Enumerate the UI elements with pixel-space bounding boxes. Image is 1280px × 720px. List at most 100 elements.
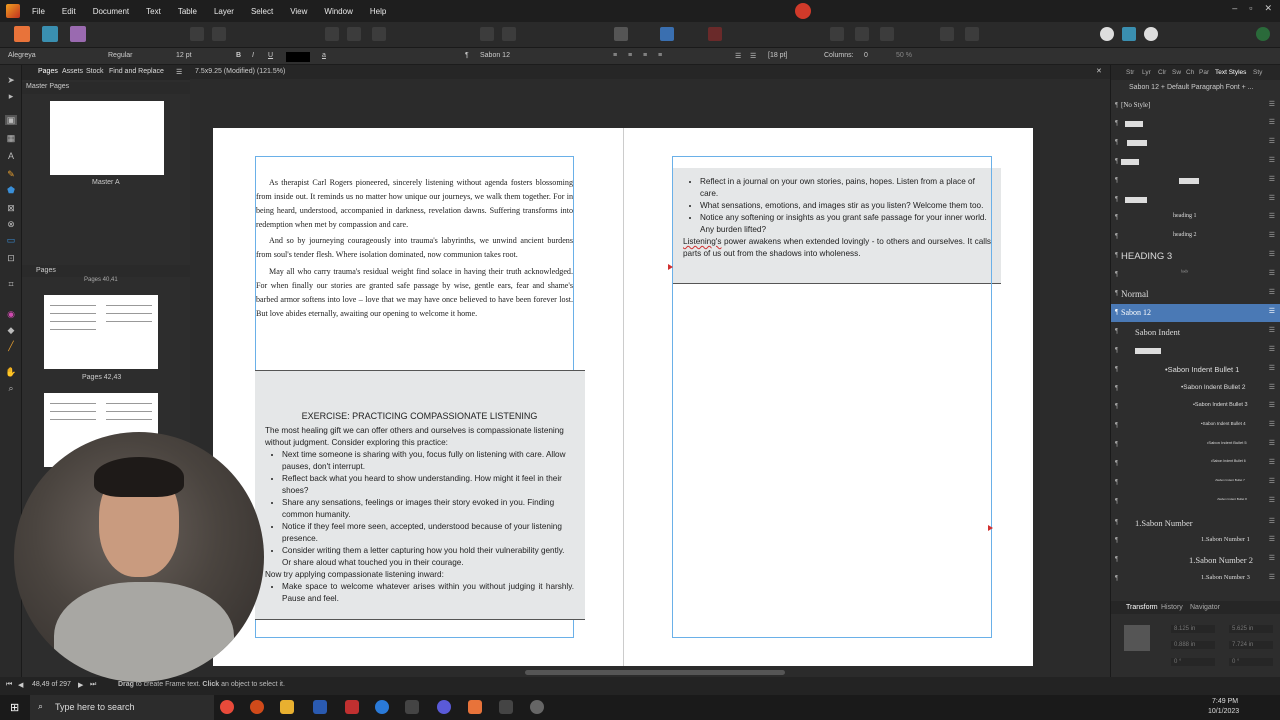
tab-navigator[interactable]: Navigator (1190, 604, 1220, 611)
prev-page-icon[interactable]: ◀ (18, 681, 23, 689)
crop-tool-icon[interactable]: ⊡ (5, 253, 17, 263)
style-item-number-1[interactable]: ¶ 1.Sabon Number 1 ☰ (1111, 532, 1280, 550)
right-body-text[interactable]: Reflect in a journal on your own stories… (683, 176, 991, 260)
tab-styles[interactable]: Sty (1253, 69, 1262, 76)
style-item[interactable]: ¶ [No Style] ☰ (1111, 97, 1280, 115)
style-item-number-3[interactable]: ¶ 1.Sabon Number 3 ☰ (1111, 570, 1280, 588)
chrome-icon[interactable] (220, 700, 234, 714)
maximize-icon[interactable]: ▫ (1249, 3, 1252, 14)
page-spread-thumbnail[interactable] (44, 295, 158, 369)
style-item-heading-3[interactable]: ¶ HEADING 3 ☰ (1111, 247, 1280, 265)
tab-character[interactable]: Ch (1186, 69, 1194, 76)
tab-color[interactable]: Clr (1158, 69, 1166, 76)
menu-layer[interactable]: Layer (214, 7, 234, 16)
style-item[interactable]: ¶ ☰ (1111, 342, 1280, 360)
ellipse-frame-tool-icon[interactable]: ⊗ (5, 219, 17, 229)
panel-menu-icon[interactable]: ☰ (176, 68, 182, 76)
transparency-tool-icon[interactable]: ◆ (5, 325, 17, 335)
menu-text[interactable]: Text (146, 7, 161, 16)
style-item[interactable]: ¶ ☰ (1111, 134, 1280, 152)
picture-frame-tool-icon[interactable]: ⊠ (5, 203, 17, 213)
transform-y-field[interactable]: 5.625 in (1229, 625, 1273, 633)
acrobat-icon[interactable] (345, 700, 359, 714)
toolbar-icon[interactable] (880, 27, 894, 41)
toolbar-icon[interactable] (190, 27, 204, 41)
snapping-icon[interactable] (708, 27, 722, 41)
record-icon[interactable] (795, 3, 811, 19)
toolbar-icon[interactable] (325, 27, 339, 41)
italic-button[interactable]: I (252, 52, 254, 59)
clock-date[interactable]: 10/1/2023 (1208, 708, 1239, 715)
style-item[interactable]: ¶ ☰ (1111, 191, 1280, 209)
account-icon[interactable] (1256, 27, 1270, 41)
powerpoint-icon[interactable] (250, 700, 264, 714)
character-style-dropdown[interactable]: Sabon 12 (480, 52, 510, 59)
exercise-text[interactable]: EXERCISE: PRACTICING COMPASSIONATE LISTE… (265, 410, 574, 605)
leading-dropdown[interactable]: [18 pt] (768, 52, 787, 59)
publisher-persona-icon[interactable] (14, 26, 30, 42)
designer-persona-icon[interactable] (42, 26, 58, 42)
close-document-icon[interactable]: ✕ (1096, 67, 1102, 75)
style-item-number[interactable]: ¶ 1.Sabon Number ☰ (1111, 514, 1280, 532)
toolbar-icon[interactable] (212, 27, 226, 41)
toolbar-icon[interactable] (940, 27, 954, 41)
toolbar-icon[interactable] (480, 27, 494, 41)
toolbar-icon[interactable] (855, 27, 869, 41)
columns-field[interactable]: 0 (864, 52, 868, 59)
minimize-icon[interactable]: – (1232, 3, 1237, 14)
page-spread[interactable]: As therapist Carl Rogers pioneered, sinc… (213, 128, 1033, 666)
bold-button[interactable]: B (236, 52, 241, 59)
file-explorer-icon[interactable] (280, 700, 294, 714)
shape-tool-icon[interactable]: ⬟ (5, 185, 17, 195)
zoom-icon[interactable] (375, 700, 389, 714)
tab-pages[interactable]: Pages (38, 68, 58, 75)
app-icon[interactable] (405, 700, 419, 714)
menu-help[interactable]: Help (370, 7, 386, 16)
toolbar-icon[interactable] (502, 27, 516, 41)
align-center-icon[interactable]: ≡ (628, 52, 632, 59)
place-image-tool-icon[interactable]: ▭ (5, 235, 17, 245)
toolbar-icon[interactable] (965, 27, 979, 41)
frame-text-tool-icon[interactable]: ▣ (5, 115, 17, 125)
number-list-icon[interactable]: ☰ (750, 52, 756, 60)
underline-button[interactable]: U (268, 52, 273, 59)
studio-icon[interactable] (1144, 27, 1158, 41)
menu-view[interactable]: View (290, 7, 307, 16)
tab-layers[interactable]: Lyr (1142, 69, 1151, 76)
transform-rotation-field[interactable]: 0 ° (1171, 658, 1215, 666)
menu-document[interactable]: Document (93, 7, 129, 16)
transform-w-field[interactable]: 0.888 in (1171, 641, 1215, 649)
font-size-field[interactable]: 12 pt (176, 52, 192, 59)
tab-assets[interactable]: Assets (62, 68, 83, 75)
menu-edit[interactable]: Edit (62, 7, 76, 16)
style-item-bullet-8[interactable]: ¶ •Sabon Indent Bullet 8 ☰ (1111, 493, 1280, 511)
assistant-icon[interactable] (1100, 27, 1114, 41)
style-item[interactable]: ¶ ☰ (1111, 172, 1280, 190)
tab-paragraph[interactable]: Par (1199, 69, 1209, 76)
vector-crop-tool-icon[interactable]: ⌗ (5, 279, 17, 289)
justify-icon[interactable]: ≡ (658, 52, 662, 59)
first-page-icon[interactable]: ⏮ (6, 681, 12, 689)
toolbar-icon[interactable] (830, 27, 844, 41)
menu-table[interactable]: Table (178, 7, 197, 16)
table-tool-icon[interactable]: ▦ (5, 133, 17, 143)
style-item-bullet-6[interactable]: ¶ •Sabon Indent Bullet 6 ☰ (1111, 455, 1280, 473)
pen-tool-icon[interactable]: ✎ (5, 169, 17, 179)
style-item-bullet-4[interactable]: ¶ •Sabon Indent Bullet 4 ☰ (1111, 417, 1280, 435)
font-family-dropdown[interactable]: Alegreya (8, 52, 36, 59)
app-icon[interactable] (499, 700, 513, 714)
view-tool-icon[interactable]: ✋ (5, 367, 17, 377)
style-item-sabon-indent[interactable]: ¶ Sabon Indent ☰ (1111, 323, 1280, 341)
fill-tool-icon[interactable]: ◉ (5, 309, 17, 319)
style-item-bullet-1[interactable]: ¶ •Sabon Indent Bullet 1 ☰ (1111, 361, 1280, 379)
anchor-icon[interactable] (1124, 625, 1150, 651)
master-a-thumbnail[interactable] (50, 101, 164, 175)
style-item-heading-2[interactable]: ¶ heading 2 ☰ (1111, 228, 1280, 246)
photo-persona-icon[interactable] (70, 26, 86, 42)
word-icon[interactable] (313, 700, 327, 714)
font-weight-dropdown[interactable]: Regular (108, 52, 133, 59)
style-item-number-2[interactable]: ¶ 1.Sabon Number 2 ☰ (1111, 551, 1280, 569)
taskbar-search[interactable]: ⌕ Type here to search (30, 695, 214, 720)
last-page-icon[interactable]: ⏭ (90, 681, 96, 689)
style-item-heading-1[interactable]: ¶ heading 1 ☰ (1111, 209, 1280, 227)
